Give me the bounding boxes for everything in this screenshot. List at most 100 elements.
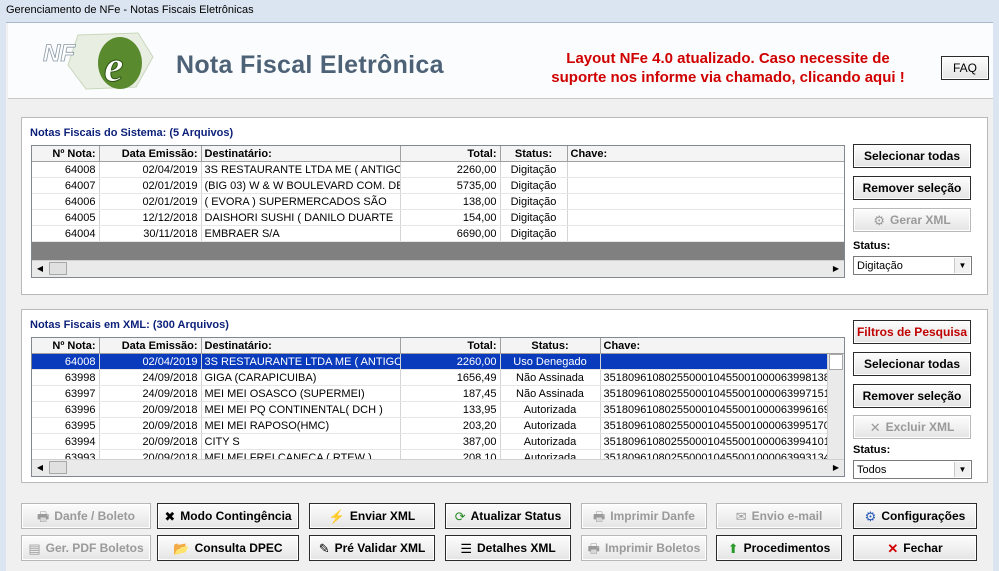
table-row[interactable]: 63997 24/09/2018 MEI MEI OSASCO (SUPERMEI)…: [32, 385, 844, 402]
system-select-all-button[interactable]: Selecionar todas: [853, 144, 971, 168]
cell-numero: 64004: [32, 225, 100, 242]
col-header-destinatario[interactable]: Destinatário:: [201, 338, 401, 354]
system-remove-selection-button[interactable]: Remover seleção: [853, 176, 971, 200]
grid-empty-area: [32, 242, 844, 260]
col-header-chave[interactable]: Chave:: [567, 146, 844, 162]
col-header-numero[interactable]: Nº Nota:: [32, 146, 100, 162]
cell-status: Digitação: [500, 177, 568, 194]
cell-numero: 63994: [32, 433, 100, 450]
cell-numero: 63997: [32, 385, 100, 402]
cell-chave: [567, 209, 844, 226]
settings-icon: ⚙: [864, 508, 877, 524]
imprimir-danfe-button[interactable]: 🖶 Imprimir Danfe: [581, 503, 707, 529]
cell-data: 20/09/2018: [99, 401, 202, 418]
pre-validar-xml-button[interactable]: ✎ Pré Validar XML: [309, 535, 435, 561]
cell-data: 24/09/2018: [99, 369, 202, 386]
modo-contingencia-button[interactable]: ✖ Modo Contingência: [157, 503, 299, 529]
detalhes-xml-button[interactable]: ☰ Detalhes XML: [445, 535, 571, 561]
pre-validar-xml-label: Pré Validar XML: [334, 541, 426, 555]
banner-title: Nota Fiscal Eletrônica: [176, 51, 444, 79]
pdf-icon: ▤: [28, 540, 41, 556]
cell-numero: 64008: [32, 161, 100, 178]
table-row[interactable]: 63994 20/09/2018 CITY S 387,00 Autorizada 351…: [32, 433, 844, 450]
col-header-destinatario[interactable]: Destinatário:: [201, 146, 401, 162]
configuracoes-button[interactable]: ⚙ Configurações: [853, 503, 977, 529]
col-header-data[interactable]: Data Emissão:: [99, 338, 202, 354]
col-header-status[interactable]: Status:: [500, 146, 568, 162]
imprimir-boletos-button[interactable]: 🖶 Imprimir Boletos: [581, 535, 707, 561]
cell-total: 203,20: [400, 417, 501, 434]
cell-destinatario: (BIG 03) W & W BOULEVARD COM. DE: [201, 177, 401, 194]
cell-total: 187,45: [400, 385, 501, 402]
xml-grid-vscrollbar[interactable]: [827, 354, 844, 460]
gerar-xml-button[interactable]: ⚙ Gerar XML: [853, 208, 971, 232]
scroll-right-arrow-icon[interactable]: ▶: [829, 461, 843, 474]
procedimentos-button[interactable]: ⬆ Procedimentos: [716, 535, 842, 561]
excluir-xml-button[interactable]: ✕ Excluir XML: [853, 415, 971, 439]
col-header-data[interactable]: Data Emissão:: [99, 146, 202, 162]
notice-line-1: Layout NFe 4.0 atualizado. Caso necessit…: [566, 50, 890, 67]
system-notes-grid[interactable]: Nº Nota: Data Emissão: Destinatário: Tot…: [31, 145, 845, 278]
xml-status-label: Status:: [853, 444, 891, 456]
printer-icon: 🖶: [593, 508, 606, 524]
table-row[interactable]: 64008 02/04/2019 3S RESTAURANTE LTDA ME ( …: [32, 161, 844, 178]
cell-status: Digitação: [500, 209, 568, 226]
xml-status-select[interactable]: Todos ▼: [853, 460, 972, 479]
cell-chave: [567, 225, 844, 242]
fechar-label: Fechar: [903, 541, 943, 555]
system-grid-hscrollbar[interactable]: ◀ ▶: [32, 260, 844, 277]
cell-status: Não Assinada: [500, 369, 601, 386]
xml-notes-grid[interactable]: Nº Nota: Data Emissão: Destinatário: Tot…: [31, 337, 845, 477]
table-row[interactable]: 64007 02/01/2019 (BIG 03) W & W BOULEVARD …: [32, 177, 844, 194]
fechar-button[interactable]: ✕ Fechar: [853, 535, 977, 561]
col-header-status[interactable]: Status:: [500, 338, 601, 354]
col-header-total[interactable]: Total:: [400, 146, 501, 162]
scroll-left-arrow-icon[interactable]: ◀: [33, 461, 47, 474]
search-filters-button[interactable]: Filtros de Pesquisa: [853, 320, 971, 344]
xml-remove-selection-button[interactable]: Remover seleção: [853, 384, 971, 408]
faq-button[interactable]: FAQ: [941, 56, 989, 80]
ger-pdf-boletos-button[interactable]: ▤ Ger. PDF Boletos: [21, 535, 151, 561]
cell-destinatario: CITY S: [201, 433, 401, 450]
cell-total: 138,00: [400, 193, 501, 210]
atualizar-status-button[interactable]: ⟳ Atualizar Status: [445, 503, 571, 529]
system-status-select[interactable]: Digitação ▼: [853, 256, 972, 275]
table-row[interactable]: 64005 12/12/2018 DAISHORI SUSHI ( DANILO D…: [32, 209, 844, 226]
xml-grid-hscrollbar[interactable]: ◀ ▶: [32, 459, 844, 476]
envio-email-button[interactable]: ✉ Envio e-mail: [716, 503, 842, 529]
scroll-thumb[interactable]: [49, 262, 67, 275]
table-row[interactable]: 63996 20/09/2018 MEI MEI PQ CONTINENTAL( D…: [32, 401, 844, 418]
xml-select-all-button[interactable]: Selecionar todas: [853, 352, 971, 376]
window-right-border: [993, 22, 999, 571]
col-header-chave[interactable]: Chave:: [600, 338, 844, 354]
scroll-thumb[interactable]: [829, 354, 843, 370]
imprimir-boletos-label: Imprimir Boletos: [604, 541, 701, 555]
table-row[interactable]: 63998 24/09/2018 GIGA (CARAPICUIBA) 1656,49…: [32, 369, 844, 386]
cell-status: Autorizada: [500, 417, 601, 434]
cell-total: 5735,00: [400, 177, 501, 194]
enviar-xml-button[interactable]: ⚡ Enviar XML: [309, 503, 435, 529]
scroll-thumb[interactable]: [49, 461, 67, 474]
col-header-numero[interactable]: Nº Nota:: [32, 338, 100, 354]
imprimir-danfe-label: Imprimir Danfe: [610, 509, 695, 523]
cell-destinatario: 3S RESTAURANTE LTDA ME ( ANTIGO: [201, 161, 401, 178]
cell-data: 30/11/2018: [99, 225, 202, 242]
cell-data: 24/09/2018: [99, 385, 202, 402]
col-header-total[interactable]: Total:: [400, 338, 501, 354]
scroll-left-arrow-icon[interactable]: ◀: [33, 262, 47, 275]
consulta-dpec-label: Consulta DPEC: [194, 541, 283, 555]
table-row[interactable]: 64008 02/04/2019 3S RESTAURANTE LTDA ME ( …: [32, 353, 844, 370]
cell-total: 133,95: [400, 401, 501, 418]
table-row[interactable]: 63995 20/09/2018 MEI MEI RAPOSO(HMC) 203,20…: [32, 417, 844, 434]
support-notice-link[interactable]: Layout NFe 4.0 atualizado. Caso necessit…: [528, 49, 928, 87]
table-row[interactable]: 64004 30/11/2018 EMBRAER S/A 6690,00 Digitaç…: [32, 225, 844, 242]
envio-email-label: Envio e-mail: [751, 509, 823, 523]
cell-chave: [567, 161, 844, 178]
refresh-icon: ⟳: [454, 508, 466, 524]
consulta-dpec-button[interactable]: 📂 Consulta DPEC: [157, 535, 299, 561]
cell-total: 2260,00: [400, 353, 501, 370]
danfe-boleto-button[interactable]: 🖶 Danfe / Boleto: [21, 503, 151, 529]
scroll-right-arrow-icon[interactable]: ▶: [829, 262, 843, 275]
printer-icon: 🖶: [587, 540, 600, 556]
table-row[interactable]: 64006 02/01/2019( EVORA ) SUPERMERCADOS S…: [32, 193, 844, 210]
